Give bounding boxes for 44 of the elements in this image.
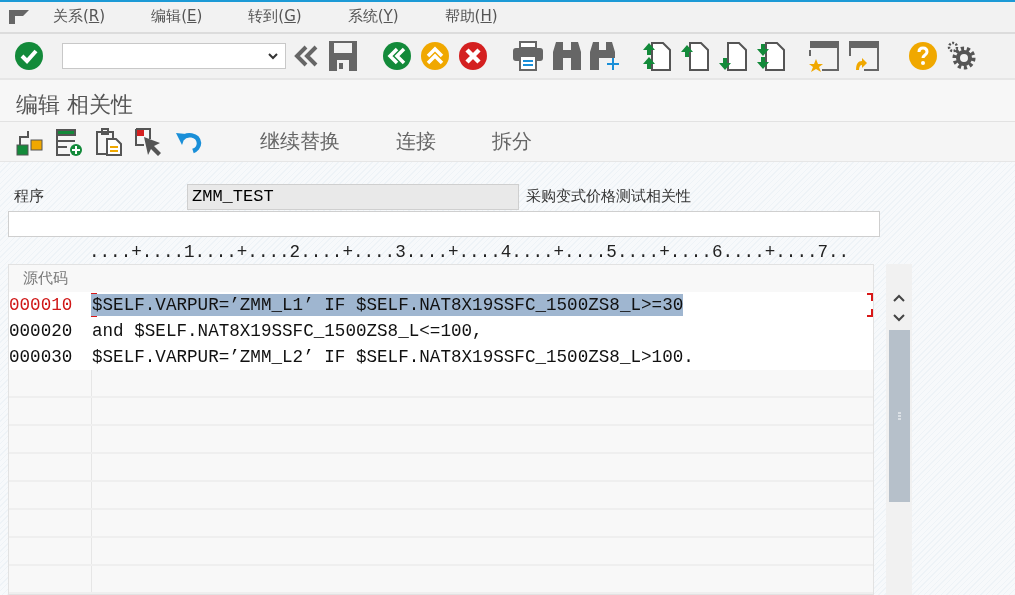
- menu-icon[interactable]: [8, 8, 30, 25]
- program-description: 采购变式价格测试相关性: [526, 187, 691, 207]
- last-page-icon[interactable]: [756, 39, 786, 72]
- toolbar-button[interactable]: 继续替换: [238, 124, 364, 160]
- code-line[interactable]: and $SELF.NAT8X19SSFC_1500ZS8_L<=100,: [91, 320, 483, 342]
- save-icon[interactable]: [328, 39, 358, 72]
- toolbar-button[interactable]: 连接: [374, 124, 460, 160]
- scroll-thumb[interactable]: [888, 330, 910, 502]
- window-star-icon[interactable]: [808, 39, 840, 72]
- line-number: 000010: [9, 294, 74, 317]
- window-arrow-icon[interactable]: [848, 39, 880, 72]
- back-icon[interactable]: [382, 40, 412, 71]
- previous-page-icon[interactable]: [680, 39, 710, 72]
- code-editor[interactable]: 源代码 000010 $SELF.VARPUR=’ZMM_L1’ IF $SELF.NAT8X19SSFC_1500ZS8_L>=30 000020 and $SELF.NAT8X19SSFC_1500ZS8_L<=100, 000030 $SELF.VARPUR=’ZMM_L2’ IF $SELF.NAT8X19SSFC_1500ZS8_L>100.: [8, 264, 874, 595]
- select-cursor-icon[interactable]: [134, 126, 164, 157]
- menu-item[interactable]: 系统(Y): [324, 7, 422, 27]
- command-field[interactable]: [62, 42, 286, 69]
- add-row-icon[interactable]: [54, 126, 84, 157]
- print-icon[interactable]: [512, 39, 544, 72]
- next-page-icon[interactable]: [718, 39, 748, 72]
- field-label: 程序: [13, 187, 45, 207]
- program-field: ZMM_TEST: [187, 184, 519, 210]
- check-icon[interactable]: [14, 40, 44, 71]
- scrollbar[interactable]: [886, 264, 912, 595]
- menu-item[interactable]: 转到(G): [225, 7, 325, 27]
- toolbar-button[interactable]: 拆分: [470, 124, 556, 160]
- settings-icon[interactable]: [946, 39, 978, 72]
- dropdown-caret-icon[interactable]: [267, 51, 279, 60]
- clipboard-icon[interactable]: [94, 126, 124, 157]
- menu-item[interactable]: 帮助(H): [421, 7, 521, 27]
- line-number: 000020: [9, 320, 74, 343]
- scroll-down-icon[interactable]: [893, 312, 905, 322]
- code-line[interactable]: $SELF.VARPUR=’ZMM_L2’ IF $SELF.NAT8X19SSFC_1500ZS8_L>100.: [91, 346, 694, 368]
- editor-header: 源代码: [22, 268, 69, 289]
- scroll-up-icon[interactable]: [893, 294, 905, 304]
- binoculars-plus-icon[interactable]: [590, 39, 620, 72]
- input-field[interactable]: [8, 211, 880, 237]
- column-ruler: ....+....1....+....2....+....3....+....4....+....5....+....6....+....7..: [88, 241, 851, 264]
- first-page-icon[interactable]: [642, 39, 672, 72]
- cancel-icon[interactable]: [458, 40, 488, 71]
- menu-item[interactable]: 关系(R): [30, 7, 129, 27]
- menu-item[interactable]: 编辑(E): [128, 7, 226, 27]
- line-number: 000030: [9, 346, 74, 369]
- binoculars-icon[interactable]: [552, 39, 582, 72]
